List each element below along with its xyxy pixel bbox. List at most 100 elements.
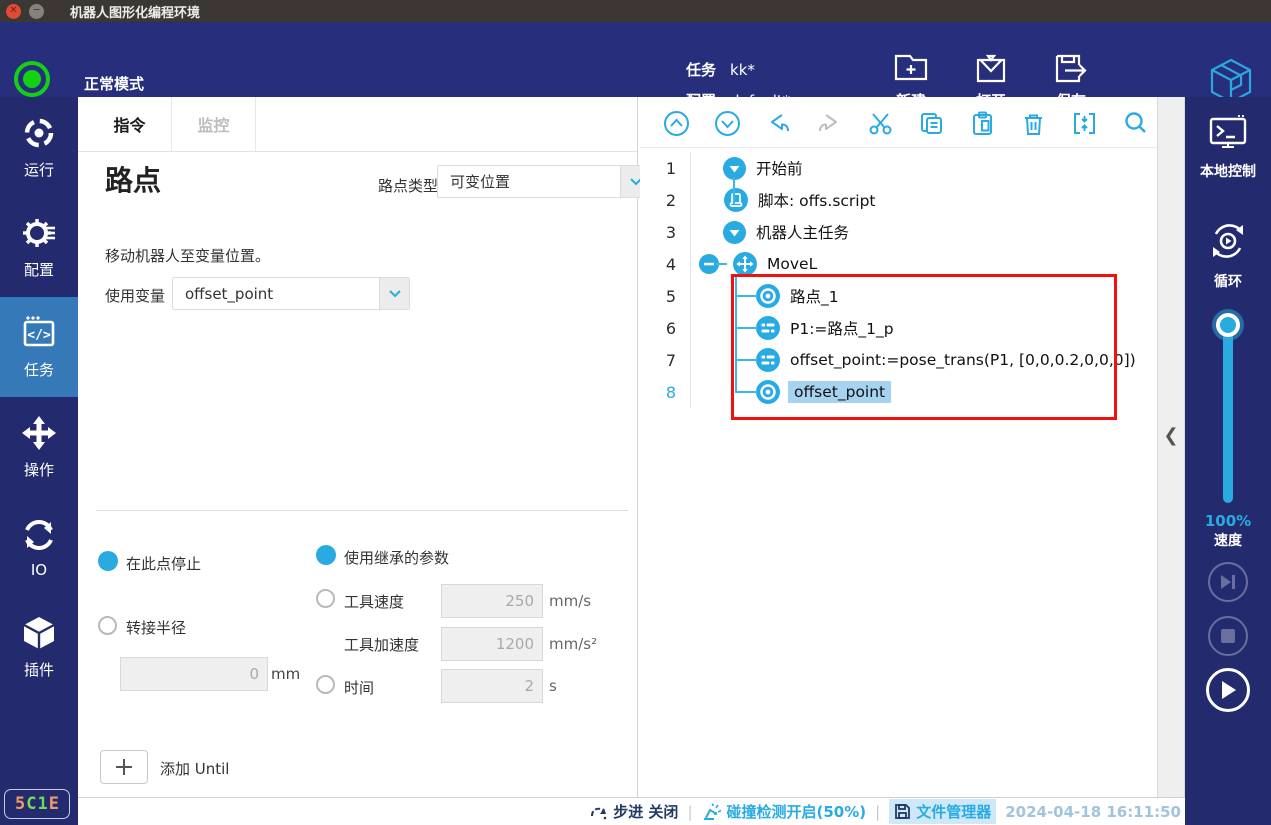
- sidebar-item-config[interactable]: 配置: [0, 197, 78, 297]
- waypoint-type-select[interactable]: 可变位置: [437, 165, 651, 198]
- plus-icon: [114, 757, 134, 777]
- sidebar-item-plugin[interactable]: 插件: [0, 597, 78, 697]
- window-close-button[interactable]: ✕: [6, 4, 21, 19]
- expand-caret-icon[interactable]: [723, 221, 746, 244]
- radio-inherit-params[interactable]: [316, 545, 336, 565]
- undo-button[interactable]: [765, 110, 792, 137]
- blend-option-label: 转接半径: [126, 617, 186, 638]
- blend-radius-input[interactable]: [120, 657, 268, 691]
- tree-row-selected[interactable]: 8 offset_point: [640, 376, 1157, 408]
- speed-slider-track[interactable]: [1223, 325, 1233, 503]
- tree-row-label: 脚本: offs.script: [758, 189, 876, 211]
- line-number: 2: [640, 191, 690, 210]
- left-sidebar: 运行 配置: [0, 97, 78, 825]
- tool-speed-input[interactable]: [441, 584, 543, 618]
- chevron-down-icon: [379, 278, 409, 309]
- terminal-icon: [1206, 113, 1250, 153]
- tree-row-label: P1:=路点_1_p: [790, 317, 894, 339]
- time-input[interactable]: [441, 669, 543, 703]
- radio-tool-speed[interactable]: [316, 589, 335, 608]
- local-control-button[interactable]: 本地控制: [1185, 113, 1271, 181]
- io-swap-icon: [20, 516, 58, 554]
- program-tree-panel: 1 开始前 2 脚本: offs.script 3: [640, 97, 1157, 797]
- copy-button[interactable]: [918, 110, 945, 137]
- tree-row[interactable]: 6 P1:=路点_1_p: [640, 312, 1157, 344]
- loop-label: 循环: [1214, 271, 1242, 291]
- radio-stop-at-point[interactable]: [98, 551, 118, 571]
- script-icon: [724, 188, 748, 212]
- move-arrows-icon: [20, 414, 58, 452]
- move-up-button[interactable]: [663, 110, 690, 137]
- tree-row[interactable]: 3 机器人主任务: [640, 216, 1157, 248]
- local-control-label: 本地控制: [1200, 161, 1256, 181]
- line-number: 1: [640, 159, 690, 178]
- window-minimize-button[interactable]: ─: [29, 4, 44, 19]
- run-icon: [20, 114, 58, 152]
- delete-button[interactable]: [1020, 110, 1047, 137]
- tab-instruction[interactable]: 指令: [88, 97, 172, 151]
- stop-button[interactable]: [1208, 616, 1248, 656]
- app-header: 正常模式 任务 kk* 配置 default* 新建 打开: [0, 22, 1271, 97]
- loop-button[interactable]: 循环: [1185, 219, 1271, 291]
- sidebar-item-task[interactable]: </> 任务: [0, 297, 78, 397]
- tree-toolbar: [640, 99, 1157, 148]
- sidebar-item-label: IO: [31, 561, 47, 579]
- paste-button[interactable]: [969, 110, 996, 137]
- step-mode-label: 步进 关闭: [613, 801, 678, 822]
- tree-row-label: 路点_1: [790, 285, 839, 307]
- cut-button[interactable]: [867, 110, 894, 137]
- sidebar-item-io[interactable]: IO: [0, 497, 78, 597]
- task-label: 任务: [686, 55, 716, 86]
- line-number: 6: [640, 319, 690, 338]
- program-tree: 1 开始前 2 脚本: offs.script 3: [640, 152, 1157, 408]
- expand-caret-icon[interactable]: [723, 157, 746, 180]
- move-down-button[interactable]: [714, 110, 741, 137]
- tree-row[interactable]: 7 offset_point:=pose_trans(P1, [0,0,0.2,…: [640, 344, 1157, 376]
- page-title: 路点: [105, 159, 161, 199]
- tree-row[interactable]: 2 脚本: offs.script: [640, 184, 1157, 216]
- panel-collapse-strip: ❮: [1157, 97, 1185, 797]
- step-mode-icon: [590, 804, 608, 820]
- sidebar-item-label: 运行: [24, 159, 54, 180]
- tab-monitor[interactable]: 监控: [172, 97, 256, 151]
- use-variable-select[interactable]: offset_point: [172, 277, 410, 310]
- sidebar-item-run[interactable]: 运行: [0, 97, 78, 197]
- tool-speed-unit: mm/s: [549, 592, 591, 610]
- inherit-option-label: 使用继承的参数: [344, 547, 449, 568]
- tree-connector: [735, 276, 737, 393]
- tree-row[interactable]: 1 开始前: [640, 152, 1157, 184]
- line-number: 8: [640, 383, 690, 402]
- file-manager-button[interactable]: 文件管理器: [889, 799, 996, 824]
- play-button[interactable]: [1206, 668, 1250, 712]
- step-mode-status[interactable]: 步进 关闭: [590, 801, 678, 822]
- task-value: kk*: [730, 55, 755, 86]
- panel-tabbar: 指令 监控: [78, 97, 637, 152]
- line-number: 3: [640, 223, 690, 242]
- tree-row[interactable]: 5 路点_1: [640, 280, 1157, 312]
- search-icon[interactable]: [1122, 110, 1149, 137]
- collision-icon: [702, 803, 722, 821]
- collision-status[interactable]: 碰撞检测开启(50%): [702, 801, 867, 822]
- tool-accel-input[interactable]: [441, 627, 543, 661]
- window-title: 机器人图形化编程环境: [70, 2, 200, 21]
- add-until-button[interactable]: [100, 750, 148, 784]
- move-instruction-icon: [733, 252, 757, 276]
- stop-option-label: 在此点停止: [126, 553, 201, 574]
- redo-button[interactable]: [816, 110, 843, 137]
- mode-label: 正常模式: [84, 73, 144, 94]
- sidebar-item-operate[interactable]: 操作: [0, 397, 78, 497]
- step-button[interactable]: [1208, 562, 1248, 602]
- section-divider: [96, 510, 628, 511]
- instruction-panel: 指令 监控 路点 路点类型 可变位置 移动机器人至变量位置。 使用变量 offs…: [78, 97, 638, 797]
- new-folder-icon: [893, 52, 929, 86]
- waypoint-icon: [756, 284, 780, 308]
- waypoint-type-label: 路点类型: [378, 175, 438, 196]
- line-number: 7: [640, 351, 690, 370]
- collapse-all-button[interactable]: [1071, 110, 1098, 137]
- speed-percent: 100%: [1185, 512, 1271, 530]
- add-until-label: 添加 Until: [160, 758, 229, 779]
- collapse-panel-chevron[interactable]: ❮: [1158, 425, 1184, 446]
- radio-time[interactable]: [316, 675, 335, 694]
- speed-slider-knob[interactable]: [1216, 313, 1240, 337]
- radio-blend-radius[interactable]: [98, 616, 117, 635]
